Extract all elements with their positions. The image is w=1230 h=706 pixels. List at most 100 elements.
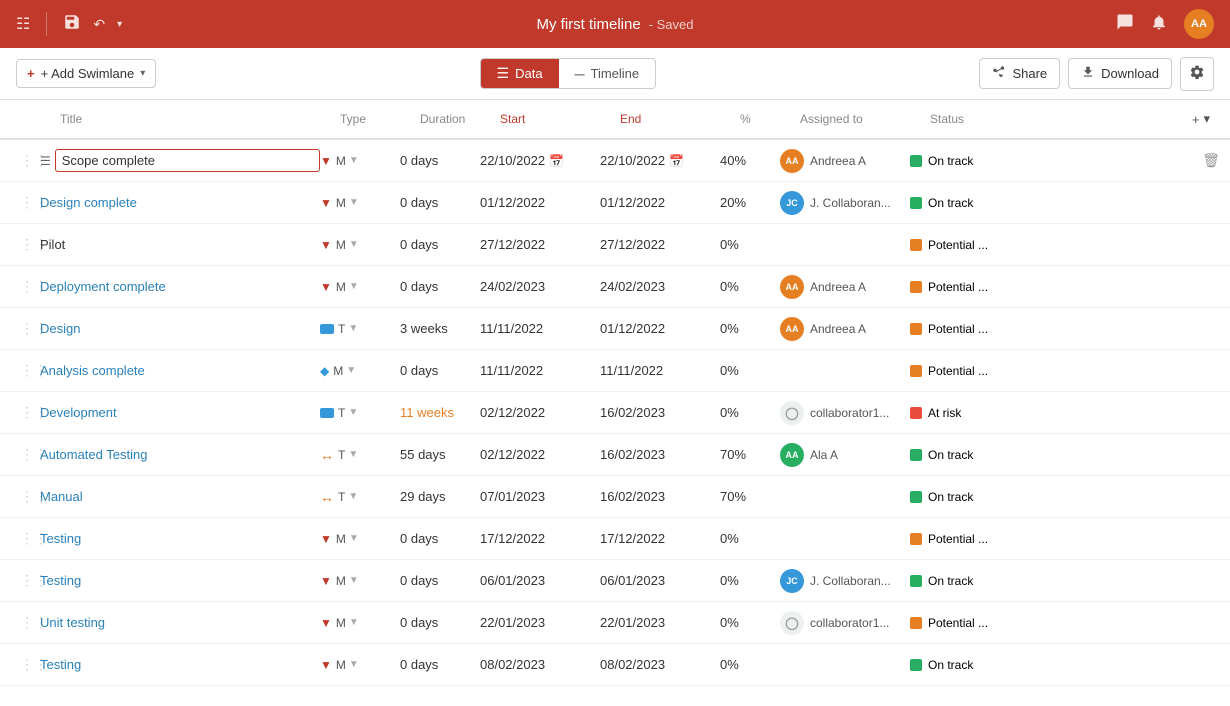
end-cell: 22/10/2022 📅	[600, 153, 720, 168]
type-cell[interactable]: ↔ T ▼	[320, 489, 400, 505]
drag-handle[interactable]: ⋮⋮	[20, 530, 40, 547]
add-swimlane-button[interactable]: + + Add Swimlane ▾	[16, 59, 156, 88]
start-cell: 24/02/2023	[480, 279, 600, 294]
type-dropdown-icon[interactable]: ▼	[346, 365, 356, 376]
milestone-icon: ▼	[320, 280, 332, 294]
type-dropdown-icon[interactable]: ▼	[349, 197, 359, 208]
drag-handle[interactable]: ⋮⋮	[20, 194, 40, 211]
type-dropdown-icon[interactable]: ▼	[348, 407, 358, 418]
type-cell[interactable]: T ▼	[320, 322, 400, 336]
type-cell[interactable]: ▼ M ▼	[320, 196, 400, 210]
duration-cell: 0 days	[400, 573, 480, 588]
type-dropdown-icon[interactable]: ▼	[349, 239, 359, 250]
drag-handle[interactable]: ⋮⋮	[20, 488, 40, 505]
grid-icon[interactable]: ☷	[16, 14, 30, 34]
type-label: M	[336, 238, 346, 252]
title-link[interactable]: Analysis complete	[40, 363, 145, 378]
milestone-icon: ▼	[320, 196, 332, 210]
type-cell[interactable]: T ▼	[320, 406, 400, 420]
type-cell[interactable]: ▼ M ▼	[320, 154, 400, 168]
duration-cell: 0 days	[400, 237, 480, 252]
type-label: M	[336, 532, 346, 546]
milestone-icon: ▼	[320, 616, 332, 630]
tab-timeline[interactable]: ─ Timeline	[559, 60, 656, 88]
type-dropdown-icon[interactable]: ▼	[348, 491, 358, 502]
avatar[interactable]: AA	[1184, 9, 1214, 39]
type-dropdown-icon[interactable]: ▼	[348, 449, 358, 460]
drag-handle[interactable]: ⋮⋮	[20, 446, 40, 463]
undo-dropdown-icon[interactable]: ▾	[117, 19, 122, 30]
dependency-icon: ↔	[320, 489, 334, 505]
add-column-button[interactable]: + ▾	[1192, 111, 1230, 127]
status-cell: Potential ...	[910, 280, 1030, 294]
undo-icon[interactable]: ↶	[93, 16, 105, 33]
drag-handle[interactable]: ⋮⋮	[20, 152, 40, 169]
drag-handle[interactable]: ⋮⋮	[20, 362, 40, 379]
title-link[interactable]: Deployment complete	[40, 279, 166, 294]
title-link[interactable]: Design complete	[40, 195, 137, 210]
title-input[interactable]	[55, 149, 320, 172]
drag-handle[interactable]: ⋮⋮	[20, 320, 40, 337]
chevron-down-icon: ▾	[140, 68, 145, 79]
bell-icon[interactable]	[1150, 13, 1168, 36]
type-dropdown-icon[interactable]: ▼	[349, 617, 359, 628]
assigned-name: Andreea A	[810, 154, 866, 168]
title-text: Pilot	[40, 237, 65, 252]
percent-cell: 0%	[720, 321, 780, 336]
type-dropdown-icon[interactable]: ▼	[349, 659, 359, 670]
duration-cell: 0 days	[400, 615, 480, 630]
title-link[interactable]: Manual	[40, 489, 83, 504]
drag-handle[interactable]: ⋮⋮	[20, 404, 40, 421]
type-dropdown-icon[interactable]: ▼	[348, 323, 358, 334]
drag-handle[interactable]: ⋮⋮	[20, 236, 40, 253]
title-link[interactable]: Testing	[40, 531, 81, 546]
end-cell: 24/02/2023	[600, 279, 720, 294]
status-dot	[910, 659, 922, 671]
delete-button[interactable]: 🗑	[1202, 152, 1230, 169]
drag-handle[interactable]: ⋮⋮	[20, 278, 40, 295]
type-cell[interactable]: ▼ M ▼	[320, 532, 400, 546]
start-cell: 17/12/2022	[480, 531, 600, 546]
title-cell: Design	[40, 321, 320, 336]
title-link[interactable]: Development	[40, 405, 117, 420]
type-label: T	[338, 490, 345, 504]
type-label: T	[338, 448, 345, 462]
type-dropdown-icon[interactable]: ▼	[349, 155, 359, 166]
type-cell[interactable]: ▼ M ▼	[320, 280, 400, 294]
status-dot	[910, 617, 922, 629]
row-adjust-icon[interactable]: ☰	[40, 154, 51, 168]
drag-handle[interactable]: ⋮⋮	[20, 656, 40, 673]
settings-button[interactable]	[1180, 57, 1214, 91]
type-cell[interactable]: ▼ M ▼	[320, 238, 400, 252]
title-link[interactable]: Unit testing	[40, 615, 105, 630]
tab-data[interactable]: ☰ Data	[481, 59, 559, 88]
type-cell[interactable]: ▼ M ▼	[320, 574, 400, 588]
title-cell: Design complete	[40, 195, 320, 210]
comment-icon[interactable]	[1116, 13, 1134, 36]
assigned-name: J. Collaboran...	[810, 574, 891, 588]
title-link[interactable]: Design	[40, 321, 80, 336]
type-dropdown-icon[interactable]: ▼	[349, 575, 359, 586]
calendar-icon[interactable]: 📅	[549, 154, 564, 168]
type-dropdown-icon[interactable]: ▼	[349, 281, 359, 292]
type-label: T	[338, 322, 345, 336]
drag-handle[interactable]: ⋮⋮	[20, 614, 40, 631]
drag-handle[interactable]: ⋮⋮	[20, 572, 40, 589]
calendar-icon[interactable]: 📅	[669, 154, 684, 168]
title-link[interactable]: Testing	[40, 657, 81, 672]
type-cell[interactable]: ↔ T ▼	[320, 447, 400, 463]
title-link[interactable]: Automated Testing	[40, 447, 147, 462]
start-cell: 11/11/2022	[480, 321, 600, 336]
type-dropdown-icon[interactable]: ▼	[349, 533, 359, 544]
title-link[interactable]: Testing	[40, 573, 81, 588]
toolbar: + + Add Swimlane ▾ ☰ Data ─ Timeline Sha…	[0, 48, 1230, 100]
table-container[interactable]: Title Type Duration Start End % Assigned…	[0, 100, 1230, 706]
save-icon[interactable]	[63, 13, 81, 36]
share-button[interactable]: Share	[979, 58, 1060, 89]
type-cell[interactable]: ◆ M ▼	[320, 364, 400, 378]
type-cell[interactable]: ▼ M ▼	[320, 616, 400, 630]
status-label: On track	[928, 196, 973, 210]
download-button[interactable]: Download	[1068, 58, 1172, 89]
assigned-name: Andreea A	[810, 280, 866, 294]
type-cell[interactable]: ▼ M ▼	[320, 658, 400, 672]
